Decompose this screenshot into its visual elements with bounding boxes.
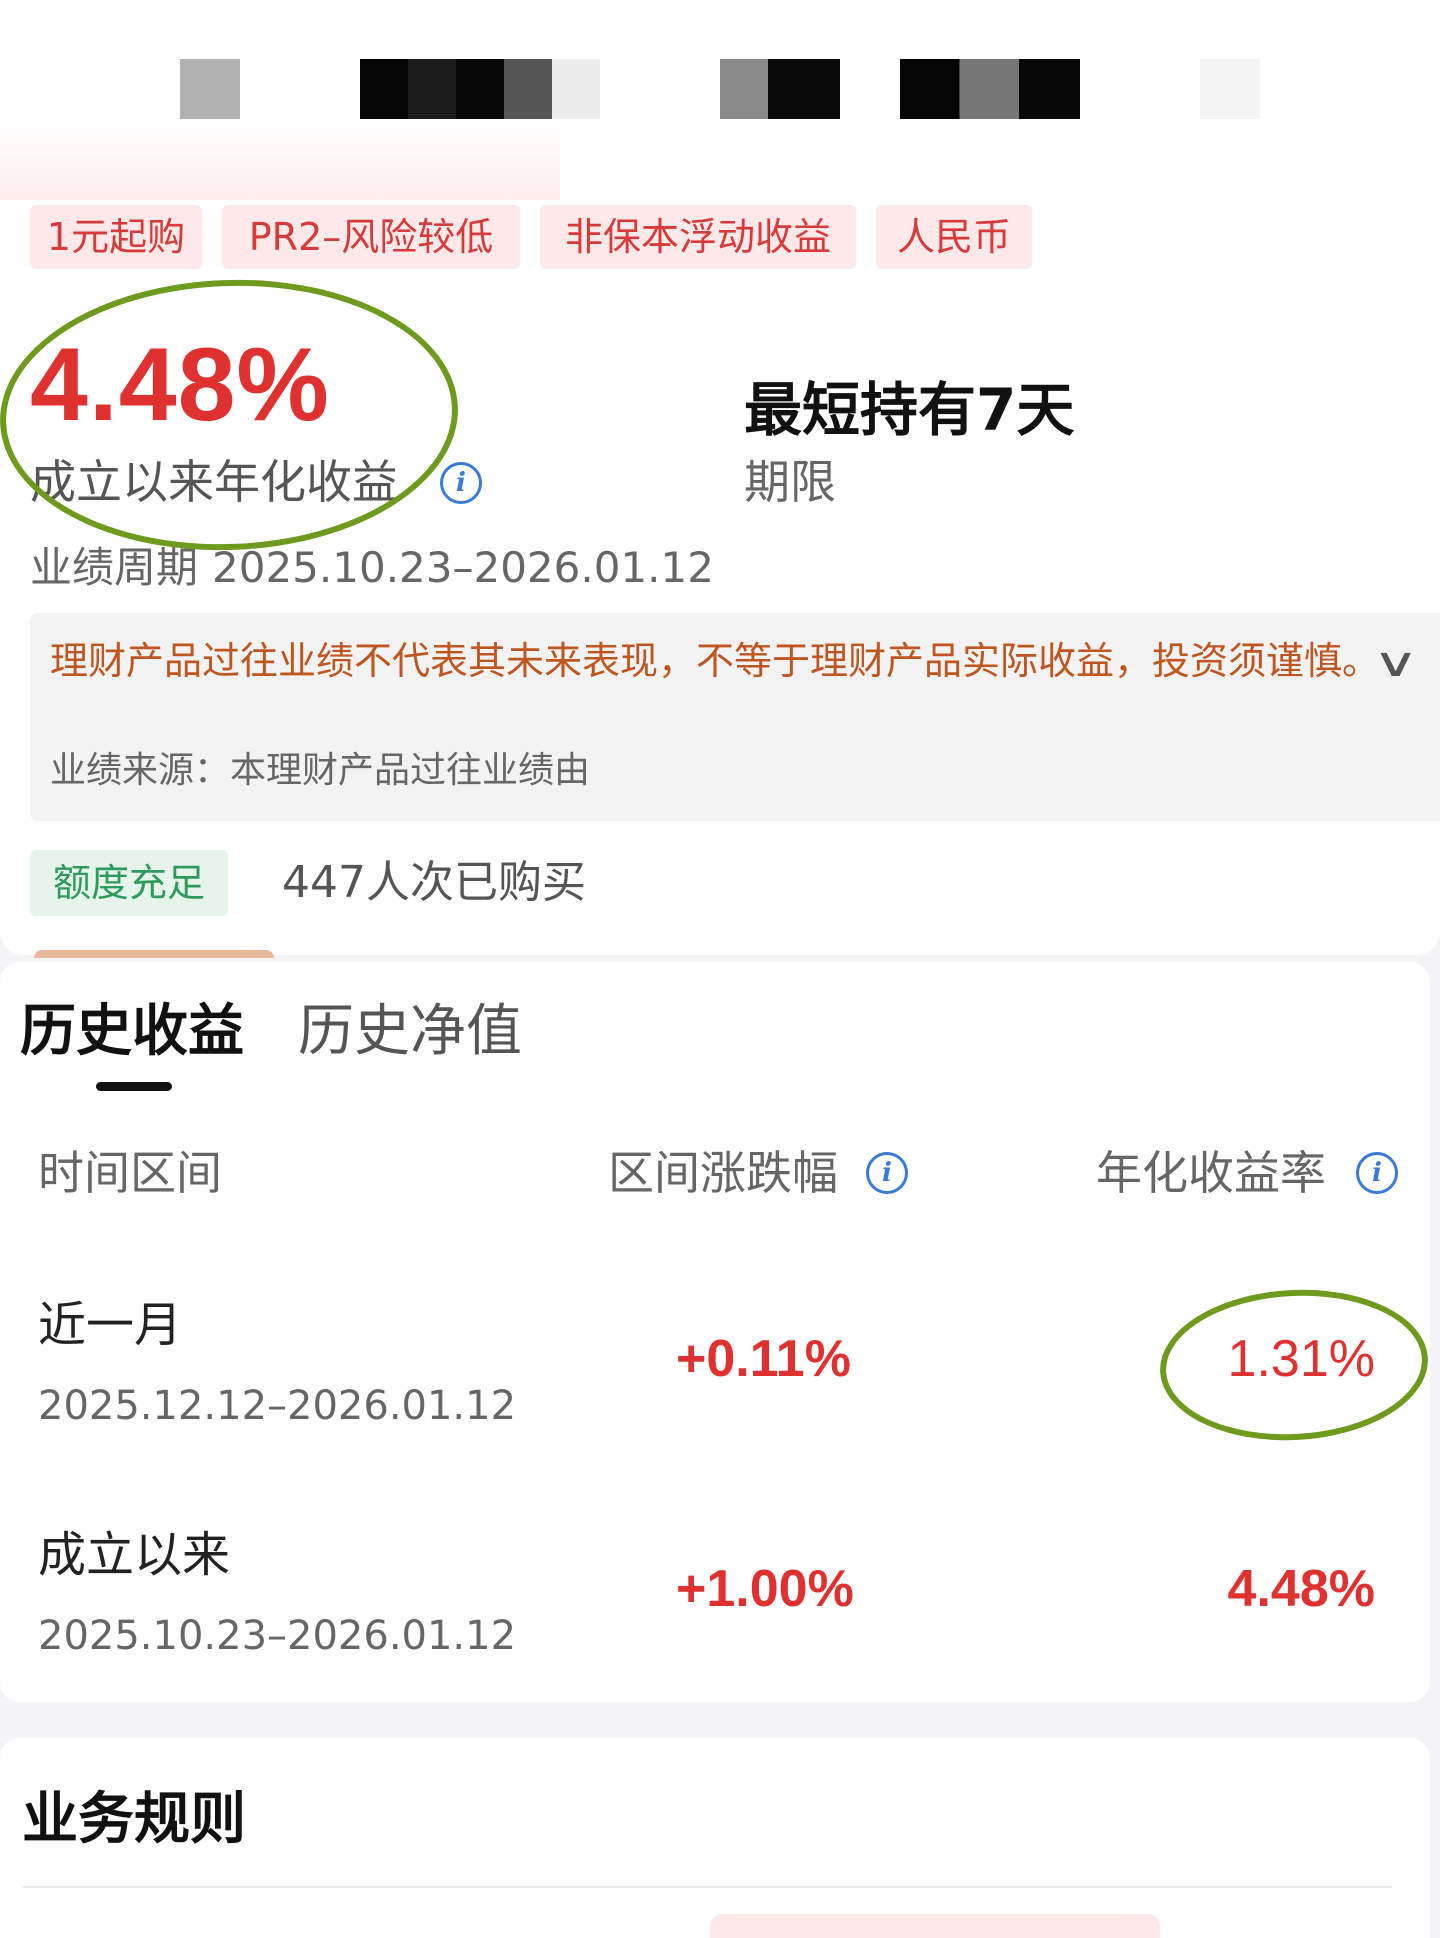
info-icon[interactable]: i	[440, 462, 482, 504]
partial-element-edge	[34, 950, 274, 958]
column-header-change: 区间涨跌幅	[608, 1146, 838, 1200]
partial-element-edge	[710, 1914, 1160, 1938]
performance-period: 业绩周期 2025.10.23–2026.01.12	[30, 538, 714, 598]
column-header-annualized: 年化收益率	[1096, 1146, 1326, 1200]
divider	[22, 1886, 1392, 1888]
row-change: +1.00%	[676, 1560, 854, 1618]
row-dates: 2025.10.23–2026.01.12	[38, 1613, 517, 1659]
tag-return-type: 非保本浮动收益	[540, 205, 856, 269]
min-hold-label: 期限	[744, 455, 836, 509]
info-icon[interactable]: i	[1356, 1152, 1398, 1194]
annualized-rate-label: 成立以来年化收益	[30, 455, 398, 509]
product-summary-card: 1元起购 PR2–风险较低 非保本浮动收益 人民币 4.48% 成立以来年化收益…	[0, 0, 1440, 958]
info-icon[interactable]: i	[866, 1152, 908, 1194]
tab-history-returns[interactable]: 历史收益	[20, 994, 244, 1070]
row-change: +0.11%	[676, 1330, 851, 1388]
chevron-down-icon[interactable]: ∨	[1372, 643, 1419, 683]
quota-status-badge: 额度充足	[30, 850, 228, 916]
row-period: 成立以来	[38, 1527, 231, 1583]
business-rules-card[interactable]: 业务规则	[0, 1738, 1430, 1938]
row-period: 近一月	[38, 1297, 183, 1353]
tag-min-purchase: 1元起购	[30, 205, 202, 269]
row-dates: 2025.12.12–2026.01.12	[38, 1383, 517, 1429]
tag-currency: 人民币	[876, 205, 1032, 269]
disclaimer-source: 业绩来源：本理财产品过往业绩由	[50, 750, 591, 791]
row-annualized: 1.31%	[1227, 1330, 1375, 1388]
performance-period-dates: 2025.10.23–2026.01.12	[212, 543, 714, 592]
tab-history-nav[interactable]: 历史净值	[298, 994, 522, 1070]
disclaimer-text: 理财产品过往业绩不代表其未来表现，不等于理财产品实际收益，投资须谨慎。	[50, 639, 1381, 683]
tag-risk-level: PR2–风险较低	[222, 205, 520, 269]
performance-period-label: 业绩周期	[30, 543, 199, 592]
history-card: 历史收益 历史净值 时间区间 区间涨跌幅 i 年化收益率 i 近一月 2025.…	[0, 962, 1430, 1702]
risk-disclaimer[interactable]: 理财产品过往业绩不代表其未来表现，不等于理财产品实际收益，投资须谨慎。 业绩来源…	[30, 613, 1440, 821]
column-header-period: 时间区间	[38, 1146, 222, 1200]
row-annualized: 4.48%	[1227, 1560, 1375, 1618]
active-tab-indicator	[96, 1082, 172, 1091]
business-rules-title: 业务规则	[22, 1787, 246, 1852]
min-hold-value: 最短持有7天	[744, 376, 1075, 444]
annualized-rate-value: 4.48%	[30, 327, 330, 443]
buyer-count: 447人次已购买	[282, 857, 586, 908]
